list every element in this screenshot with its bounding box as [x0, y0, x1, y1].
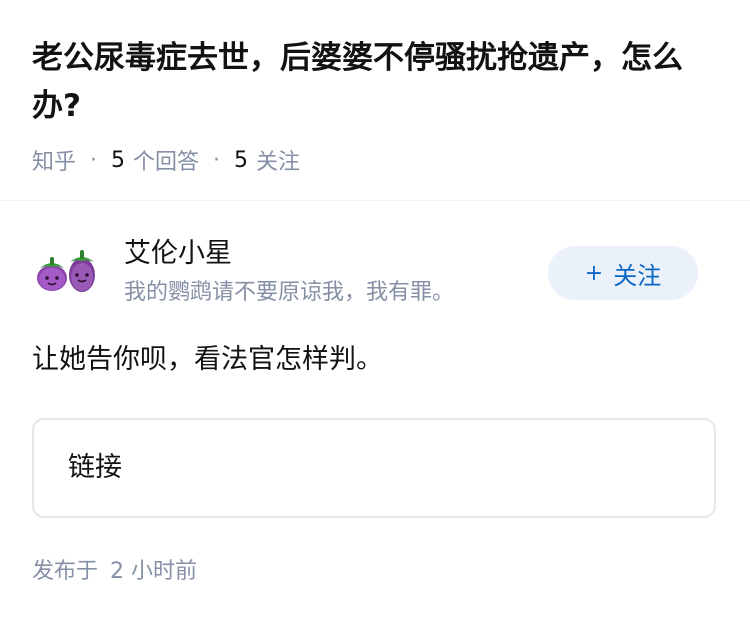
- author-bio: 我的鹦鹉请不要原谅我，我有罪。: [124, 280, 455, 305]
- source-label[interactable]: 知乎: [32, 144, 76, 176]
- publish-time: 发布于 2 小时前: [32, 555, 197, 589]
- answer-text: 让她告你呗，看法官怎样判。: [32, 344, 383, 375]
- follow-count-label: 关注: [256, 150, 301, 175]
- answer-count: 5: [111, 147, 126, 173]
- author-row: 艾伦小星 我的鹦鹉请不要原谅我，我有罪。 + 关注: [32, 234, 718, 310]
- eggplant-pair-icon: [37, 250, 95, 292]
- question-meta: 知乎 · 5 个回答 · 5 关注: [32, 143, 300, 177]
- publish-time-value: 2 小时前: [110, 559, 198, 584]
- answer-count-label[interactable]: 个回答: [133, 144, 199, 176]
- follow-button-label: 关注: [613, 261, 662, 290]
- answer-page: 老公尿毒症去世，后婆婆不停骚扰抢遗产，怎么办? 知乎 · 5 个回答 · 5 关…: [0, 0, 750, 624]
- plus-icon: +: [584, 260, 604, 286]
- divider: [0, 200, 750, 201]
- link-card[interactable]: 链接: [32, 418, 716, 518]
- question-title[interactable]: 老公尿毒症去世，后婆婆不停骚扰抢遗产，怎么办?: [32, 34, 722, 130]
- publish-time-prefix: 发布于: [32, 559, 99, 584]
- avatar[interactable]: [32, 246, 102, 296]
- follow-count: 5: [234, 147, 249, 173]
- follow-button[interactable]: + 关注: [548, 246, 698, 300]
- link-card-label: 链接: [68, 452, 122, 483]
- meta-separator: ·: [213, 147, 221, 173]
- publish-time-gap: [98, 555, 110, 589]
- author-name[interactable]: 艾伦小星: [124, 234, 232, 274]
- meta-separator: ·: [90, 147, 98, 173]
